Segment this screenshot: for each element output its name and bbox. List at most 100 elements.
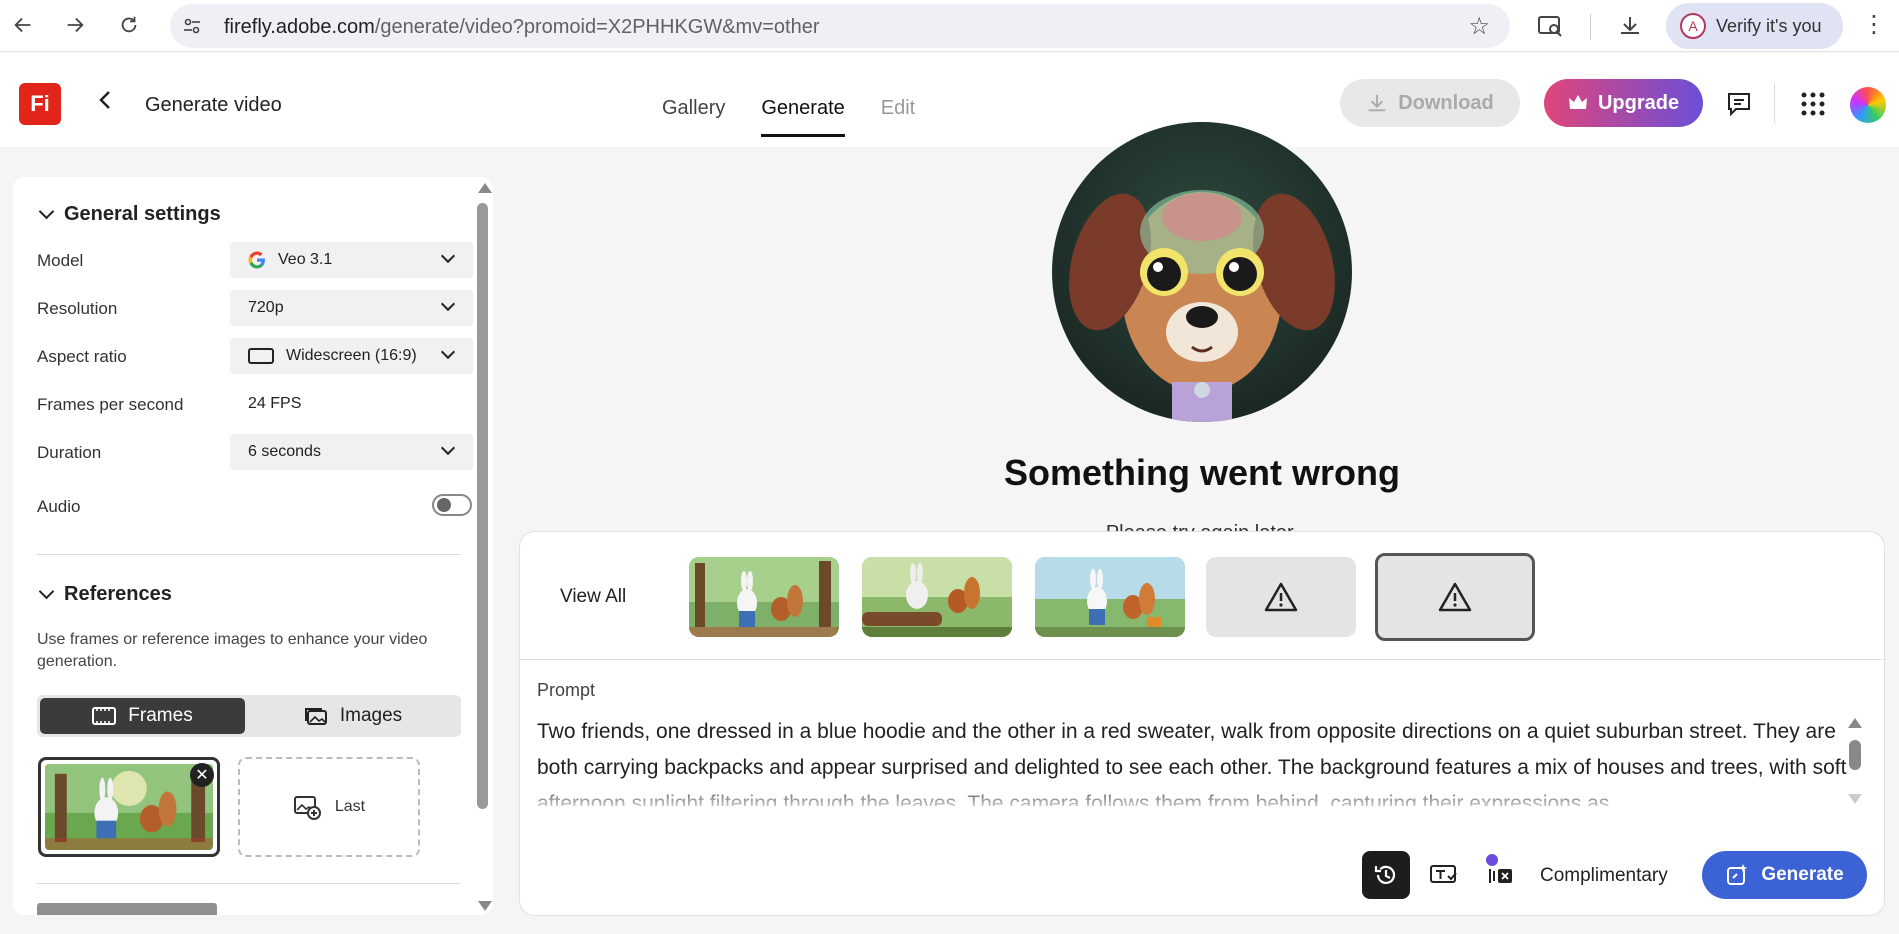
last-frame-slot[interactable]: Last: [238, 757, 420, 857]
frames-icon: [92, 707, 117, 725]
prompt-history-button[interactable]: [1362, 851, 1410, 899]
images-tab[interactable]: Images: [248, 698, 458, 734]
generation-thumbnail-image: [689, 557, 839, 637]
chevron-down-icon: [440, 296, 456, 312]
model-value: Veo 3.1: [278, 251, 333, 268]
failed-generation-thumbnail[interactable]: [1206, 557, 1356, 637]
model-label: Model: [37, 251, 84, 270]
scrollbar-thumb[interactable]: [1849, 740, 1861, 770]
reload-icon[interactable]: [114, 10, 144, 40]
header-divider: [1774, 83, 1775, 123]
warning-icon: [1438, 582, 1472, 612]
warning-icon: [1264, 582, 1298, 612]
generate-button[interactable]: Generate: [1702, 851, 1867, 899]
resolution-label: Resolution: [37, 299, 118, 318]
frames-tab[interactable]: Frames: [40, 698, 245, 734]
profile-avatar: A: [1680, 13, 1706, 39]
resolution-select[interactable]: 720p: [230, 290, 473, 326]
user-avatar[interactable]: [1850, 87, 1886, 123]
crown-icon: [1568, 95, 1587, 109]
generation-thumbnail[interactable]: [862, 557, 1012, 637]
settings-scrollbar[interactable]: [473, 181, 493, 915]
download-label: Download: [1398, 91, 1494, 114]
generation-thumbnail-image: [1035, 557, 1185, 637]
toggle-knob: [437, 498, 451, 512]
aspect-ratio-select[interactable]: Widescreen (16:9): [230, 338, 473, 374]
prompt-scrollbar[interactable]: [1847, 718, 1863, 808]
fps-row: Frames per second 24 FPS: [37, 386, 461, 422]
references-description: Use frames or reference images to enhanc…: [37, 631, 428, 670]
address-bar[interactable]: firefly.adobe.com/generate/video?promoid…: [170, 4, 1510, 48]
back-arrow-icon[interactable]: [8, 10, 38, 40]
selected-failed-generation-thumbnail[interactable]: [1375, 553, 1535, 641]
top-tabs: Gallery Generate Edit: [662, 97, 915, 137]
apps-grid-icon[interactable]: [1798, 89, 1828, 119]
url-text: firefly.adobe.com/generate/video?promoid…: [224, 16, 819, 39]
first-frame-image: [45, 764, 213, 850]
download-icon: [1368, 94, 1386, 112]
scroll-up-arrow[interactable]: [1848, 718, 1862, 728]
model-row: Model Veo 3.1: [37, 242, 473, 278]
credits-label: Complimentary: [1540, 865, 1668, 886]
firefly-logo[interactable]: Fi: [19, 83, 61, 125]
prompt-fade-overlay: [537, 780, 1857, 810]
resolution-value: 720p: [248, 299, 284, 316]
settings-panel: General settings Model Veo 3.1 Resolutio…: [13, 177, 493, 915]
prompt-label: Prompt: [537, 680, 596, 700]
aspect-ratio-row: Aspect ratio Widescreen (16:9): [37, 338, 473, 374]
section-divider: [37, 554, 461, 555]
history-icon: [1374, 865, 1396, 884]
fps-value: 24 FPS: [248, 395, 302, 412]
images-icon: [304, 708, 327, 725]
bookmark-star-icon[interactable]: ☆: [1468, 12, 1490, 41]
google-icon: [248, 251, 265, 269]
view-all-link[interactable]: View All: [560, 586, 626, 608]
scrollbar-thumb[interactable]: [477, 203, 488, 809]
feedback-icon[interactable]: [1724, 89, 1754, 119]
general-settings-header[interactable]: General settings: [38, 203, 221, 226]
downloads-icon[interactable]: [1614, 10, 1646, 42]
download-button[interactable]: Download: [1340, 79, 1520, 127]
tab-gallery[interactable]: Gallery: [662, 97, 725, 137]
resolution-row: Resolution 720p: [37, 290, 473, 326]
chevron-down-icon: [440, 344, 456, 360]
verify-profile-button[interactable]: A Verify it's you: [1666, 3, 1843, 49]
effects-icon[interactable]: [1486, 861, 1514, 889]
url-host: firefly.adobe.com: [224, 16, 375, 38]
generate-label: Generate: [1761, 864, 1844, 885]
forward-arrow-icon[interactable]: [60, 10, 90, 40]
general-settings-title: General settings: [64, 203, 221, 225]
app-header: Fi Generate video Gallery Generate Edit …: [0, 53, 1899, 147]
generation-thumbnail[interactable]: [689, 557, 839, 637]
generate-sparkle-icon: [1727, 864, 1748, 885]
model-select[interactable]: Veo 3.1: [230, 242, 473, 278]
tab-generate[interactable]: Generate: [761, 97, 845, 137]
toolbar-divider: [1590, 14, 1591, 40]
aspect-ratio-label: Aspect ratio: [37, 347, 127, 366]
scroll-up-arrow[interactable]: [478, 183, 492, 193]
first-frame-slot[interactable]: ✕: [38, 757, 220, 857]
error-illustration: [1052, 122, 1352, 422]
site-settings-icon[interactable]: [182, 16, 202, 36]
google-lens-icon[interactable]: [1534, 10, 1566, 42]
browser-toolbar: firefly.adobe.com/generate/video?promoid…: [0, 0, 1899, 52]
back-chevron-icon[interactable]: [98, 89, 112, 117]
url-path: /generate/video?promoid=X2PHHKGW&mv=othe…: [374, 16, 820, 38]
remove-frame-icon[interactable]: ✕: [190, 763, 214, 787]
error-title: Something went wrong: [1004, 452, 1400, 493]
images-label: Images: [339, 705, 403, 726]
audio-label: Audio: [37, 497, 81, 516]
references-header[interactable]: References: [38, 583, 172, 606]
text-style-icon[interactable]: [1430, 861, 1458, 889]
audio-toggle[interactable]: [432, 494, 472, 516]
generation-thumbnail[interactable]: [1035, 557, 1185, 637]
frames-label: Frames: [128, 705, 193, 726]
card-divider: [520, 659, 1886, 660]
upgrade-button[interactable]: Upgrade: [1544, 79, 1703, 127]
tab-edit[interactable]: Edit: [881, 97, 915, 137]
aspect-ratio-value: Widescreen (16:9): [286, 347, 417, 364]
scroll-down-arrow[interactable]: [1848, 794, 1862, 804]
fps-label: Frames per second: [37, 395, 184, 414]
scroll-down-arrow[interactable]: [478, 901, 492, 911]
browser-menu-icon[interactable]: ⋮: [1862, 10, 1886, 39]
